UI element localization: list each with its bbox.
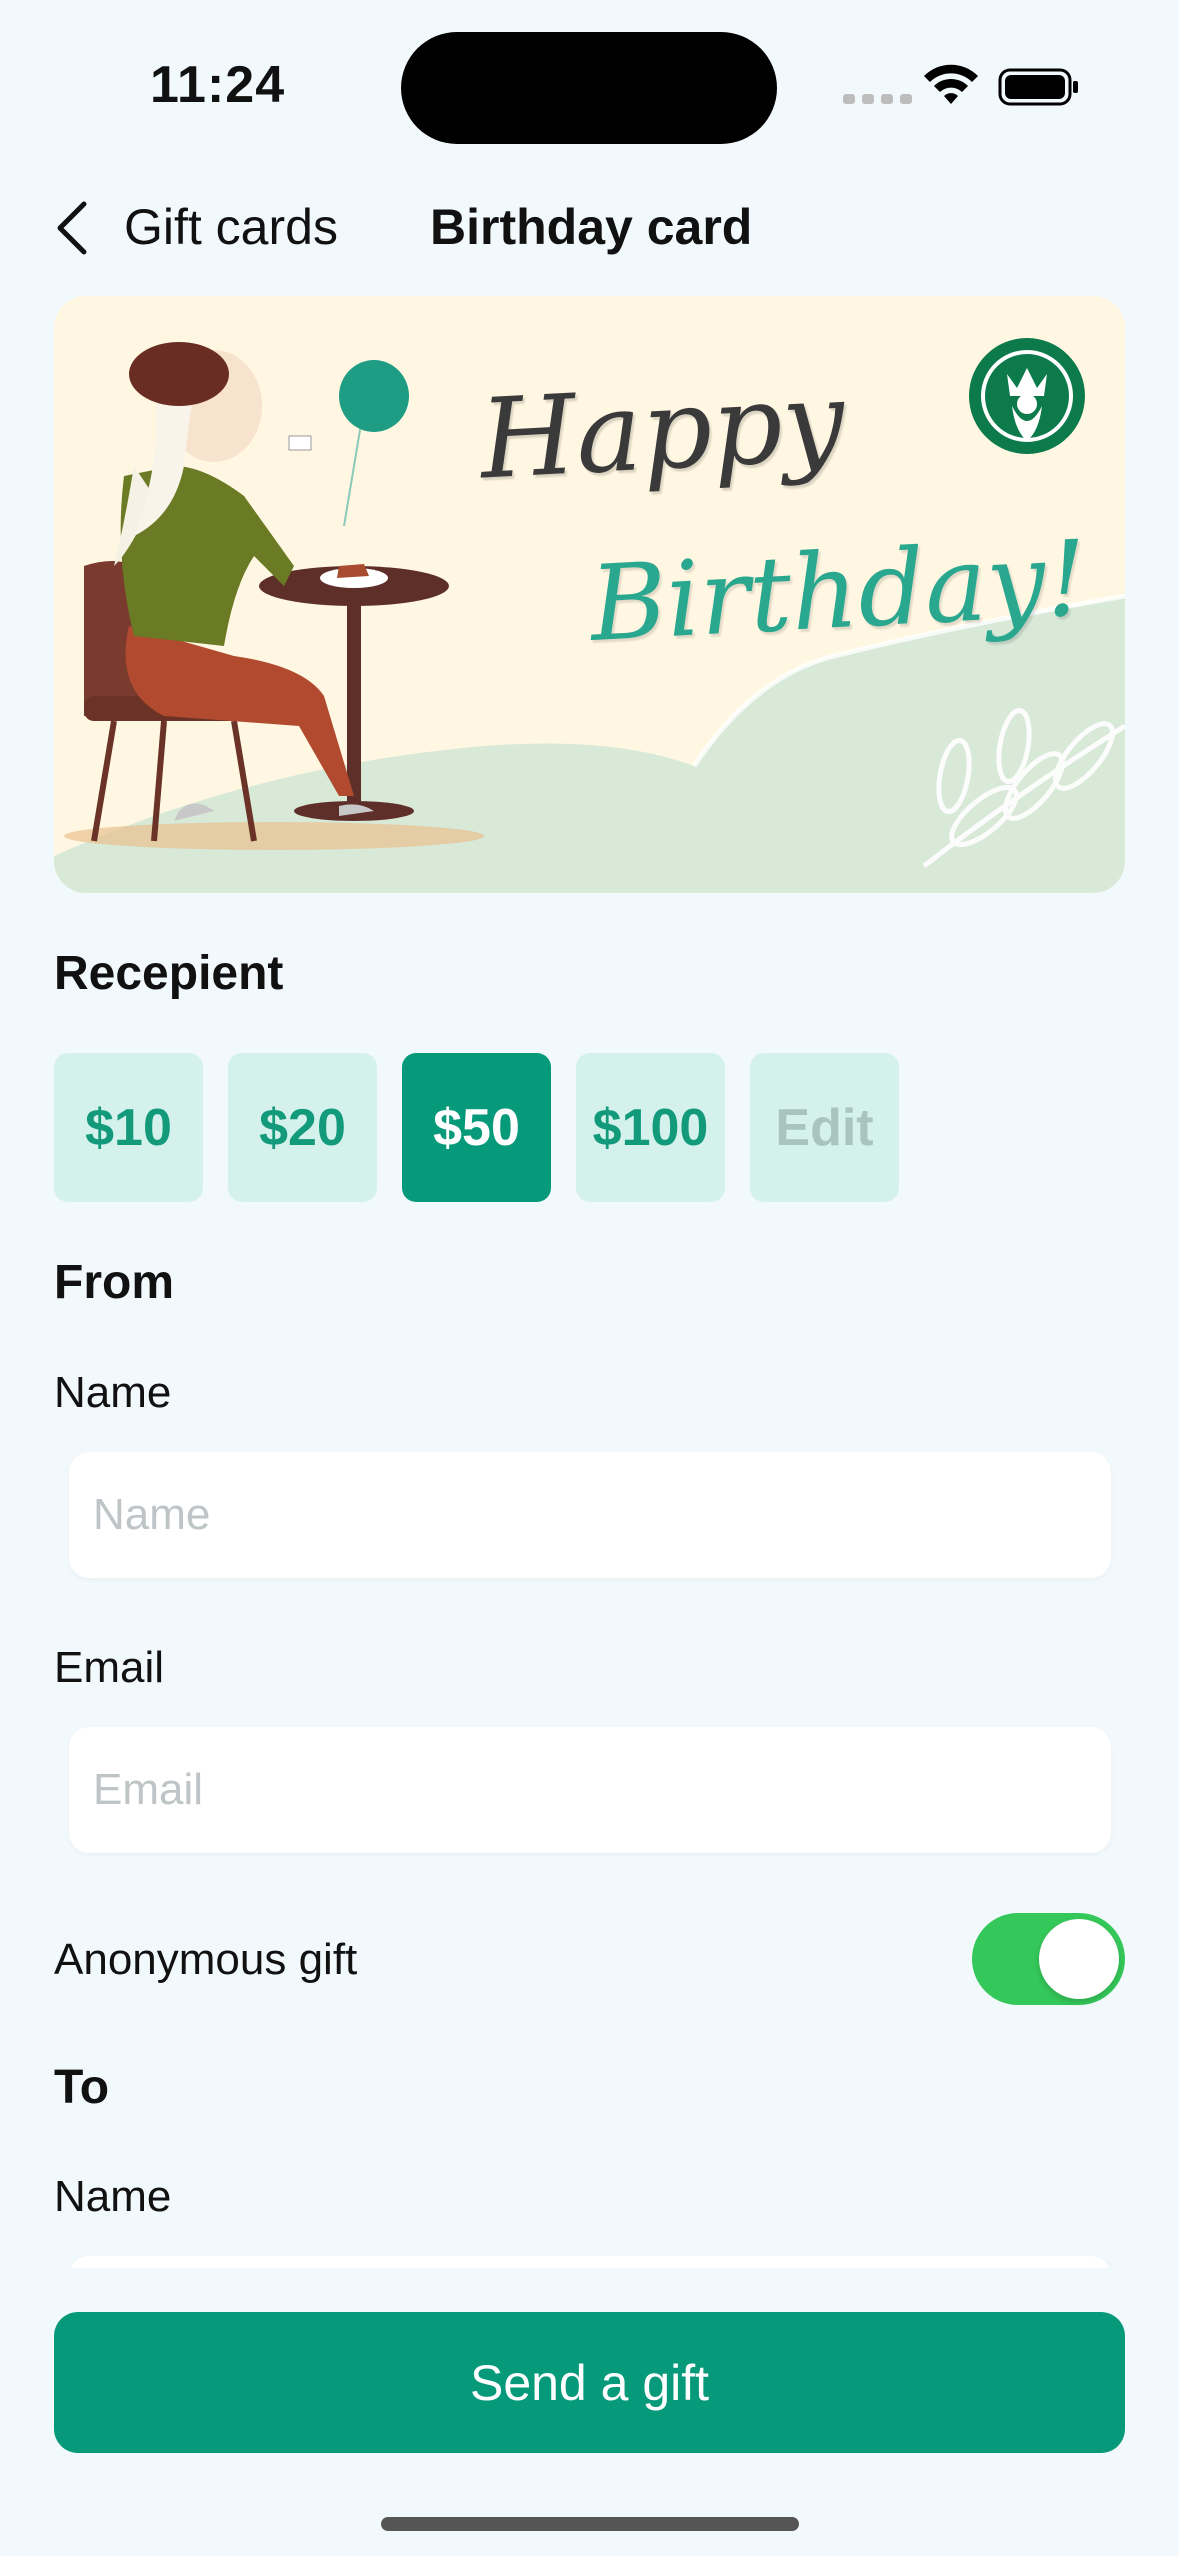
amount-chip-100[interactable]: $100 bbox=[576, 1053, 725, 1202]
chevron-left-icon[interactable] bbox=[54, 200, 90, 256]
page-title: Birthday card bbox=[430, 199, 753, 255]
home-indicator bbox=[381, 2517, 799, 2531]
send-gift-button[interactable]: Send a gift bbox=[54, 2312, 1125, 2453]
anonymous-gift-label: Anonymous gift bbox=[54, 1935, 358, 1984]
to-name-label: Name bbox=[54, 2172, 172, 2221]
amount-chips: $10 $20 $50 $100 Edit bbox=[54, 1053, 899, 1202]
cellular-signal-icon bbox=[843, 94, 912, 104]
from-name-label: Name bbox=[54, 1368, 172, 1417]
from-name-input[interactable] bbox=[69, 1452, 1111, 1578]
from-heading: From bbox=[54, 1256, 174, 1309]
anonymous-gift-toggle[interactable] bbox=[972, 1913, 1125, 2005]
status-time: 11:24 bbox=[150, 56, 286, 114]
back-button[interactable]: Gift cards bbox=[124, 198, 338, 256]
recipient-heading: Recepient bbox=[54, 947, 284, 1000]
battery-icon bbox=[998, 68, 1078, 106]
amount-chip-10[interactable]: $10 bbox=[54, 1053, 203, 1202]
edit-amount-button[interactable]: Edit bbox=[750, 1053, 899, 1202]
wifi-icon bbox=[924, 64, 978, 104]
amount-chip-20[interactable]: $20 bbox=[228, 1053, 377, 1202]
card-greeting-line1: Happy bbox=[476, 356, 848, 504]
from-email-label: Email bbox=[54, 1643, 165, 1692]
to-heading: To bbox=[54, 2061, 110, 2114]
amount-chip-50[interactable]: $50 bbox=[402, 1053, 551, 1202]
from-email-input[interactable] bbox=[69, 1727, 1111, 1853]
starbucks-logo bbox=[969, 338, 1085, 454]
toggle-knob bbox=[1039, 1919, 1119, 1999]
card-greeting-line2: Birthday! bbox=[587, 517, 1091, 665]
dynamic-island bbox=[401, 32, 777, 144]
